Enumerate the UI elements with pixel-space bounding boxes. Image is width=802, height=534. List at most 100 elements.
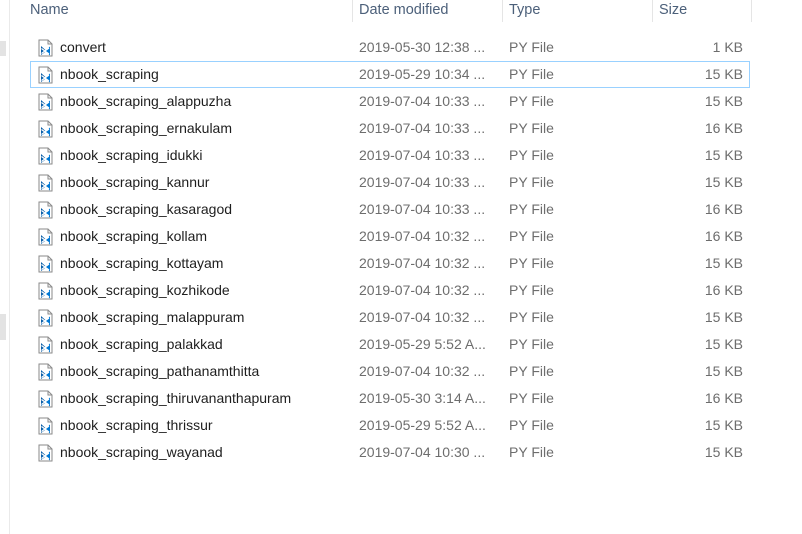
file-size: 16 KB xyxy=(704,120,743,136)
python-file-icon xyxy=(38,228,53,246)
file-row[interactable]: convert 2019-05-30 12:38 ... PY File 1 KB xyxy=(30,34,750,61)
column-header-date-modified[interactable]: Date modified xyxy=(352,0,502,22)
file-type: PY File xyxy=(509,174,554,190)
file-type: PY File xyxy=(509,417,554,433)
file-row[interactable]: nbook_scraping_palakkad 2019-05-29 5:52 A… xyxy=(30,331,750,358)
file-row[interactable]: nbook_scraping_idukki 2019-07-04 10:33 ..… xyxy=(30,142,750,169)
file-row[interactable]: nbook_scraping_kottayam 2019-07-04 10:32 … xyxy=(30,250,750,277)
file-type: PY File xyxy=(509,228,554,244)
file-row[interactable]: nbook_scraping_pathanamthitta 2019-07-04 … xyxy=(30,358,750,385)
file-date-modified: 2019-07-04 10:33 ... xyxy=(359,174,486,190)
file-row[interactable]: nbook_scraping_kollam 2019-07-04 10:32 ..… xyxy=(30,223,750,250)
file-date-modified: 2019-05-30 3:14 A... xyxy=(359,390,486,406)
file-size: 1 KB xyxy=(712,39,743,55)
file-size: 15 KB xyxy=(704,417,743,433)
file-size: 15 KB xyxy=(704,336,743,352)
file-row[interactable]: nbook_scraping_ernakulam 2019-07-04 10:33… xyxy=(30,115,750,142)
file-size: 15 KB xyxy=(704,309,743,325)
file-name: nbook_scraping_kasaragod xyxy=(60,201,233,217)
file-date-modified: 2019-05-30 12:38 ... xyxy=(359,39,486,55)
python-file-icon xyxy=(38,336,53,354)
file-name: convert xyxy=(60,39,106,55)
file-row[interactable]: nbook_scraping_kasaragod 2019-07-04 10:33… xyxy=(30,196,750,223)
file-size: 16 KB xyxy=(704,390,743,406)
file-date-modified: 2019-05-29 10:34 ... xyxy=(359,66,486,82)
file-date-modified: 2019-07-04 10:33 ... xyxy=(359,120,486,136)
python-file-icon xyxy=(38,201,53,219)
navigation-pane-divider[interactable] xyxy=(9,0,10,534)
file-name: nbook_scraping_thiruvananthapuram xyxy=(60,390,292,406)
file-row[interactable]: nbook_scraping_wayanad 2019-07-04 10:30 .… xyxy=(30,439,750,466)
python-file-icon xyxy=(38,309,53,327)
file-type: PY File xyxy=(509,39,554,55)
file-type: PY File xyxy=(509,309,554,325)
file-size: 16 KB xyxy=(704,282,743,298)
file-type: PY File xyxy=(509,147,554,163)
file-date-modified: 2019-07-04 10:32 ... xyxy=(359,228,486,244)
file-type: PY File xyxy=(509,444,554,460)
python-file-icon xyxy=(38,39,53,57)
file-name: nbook_scraping_kollam xyxy=(60,228,208,244)
file-date-modified: 2019-07-04 10:32 ... xyxy=(359,309,486,325)
file-type: PY File xyxy=(509,93,554,109)
file-type: PY File xyxy=(509,120,554,136)
file-date-modified: 2019-07-04 10:33 ... xyxy=(359,147,486,163)
file-type: PY File xyxy=(509,255,554,271)
file-name: nbook_scraping_malappuram xyxy=(60,309,245,325)
file-size: 15 KB xyxy=(704,444,743,460)
file-name: nbook_scraping_palakkad xyxy=(60,336,223,352)
python-file-icon xyxy=(38,174,53,192)
file-row[interactable]: nbook_scraping 2019-05-29 10:34 ... PY Fil… xyxy=(30,61,750,88)
file-size: 15 KB xyxy=(704,93,743,109)
column-header-size[interactable]: Size xyxy=(652,0,752,22)
column-header-type[interactable]: Type xyxy=(502,0,652,22)
column-header-bar: Name Date modified Type Size xyxy=(10,0,802,22)
file-name: nbook_scraping_alappuzha xyxy=(60,93,232,109)
file-date-modified: 2019-07-04 10:33 ... xyxy=(359,93,486,109)
file-row[interactable]: nbook_scraping_thrissur 2019-05-29 5:52 A… xyxy=(30,412,750,439)
file-name: nbook_scraping xyxy=(60,66,159,82)
navigation-pane-scrollbar[interactable] xyxy=(0,314,6,340)
python-file-icon xyxy=(38,282,53,300)
file-date-modified: 2019-07-04 10:30 ... xyxy=(359,444,486,460)
file-type: PY File xyxy=(509,336,554,352)
file-row[interactable]: nbook_scraping_kozhikode 2019-07-04 10:32… xyxy=(30,277,750,304)
file-type: PY File xyxy=(509,363,554,379)
file-list: convert 2019-05-30 12:38 ... PY File 1 KB nb… xyxy=(30,34,750,466)
python-file-icon xyxy=(38,147,53,165)
navigation-pane-item[interactable] xyxy=(0,41,6,56)
file-date-modified: 2019-05-29 5:52 A... xyxy=(359,336,486,352)
file-type: PY File xyxy=(509,282,554,298)
file-date-modified: 2019-05-29 5:52 A... xyxy=(359,417,486,433)
python-file-icon xyxy=(38,390,53,408)
file-size: 16 KB xyxy=(704,228,743,244)
file-type: PY File xyxy=(509,201,554,217)
file-date-modified: 2019-07-04 10:32 ... xyxy=(359,363,486,379)
file-name: nbook_scraping_ernakulam xyxy=(60,120,232,136)
file-date-modified: 2019-07-04 10:32 ... xyxy=(359,282,486,298)
file-name: nbook_scraping_pathanamthitta xyxy=(60,363,260,379)
file-name: nbook_scraping_wayanad xyxy=(60,444,223,460)
file-name: nbook_scraping_kottayam xyxy=(60,255,224,271)
file-row[interactable]: nbook_scraping_thiruvananthapuram 2019-05… xyxy=(30,385,750,412)
python-file-icon xyxy=(38,363,53,381)
python-file-icon xyxy=(38,444,53,462)
file-type: PY File xyxy=(509,66,554,82)
file-size: 15 KB xyxy=(704,255,743,271)
file-size: 15 KB xyxy=(704,66,743,82)
python-file-icon xyxy=(38,417,53,435)
file-row[interactable]: nbook_scraping_malappuram 2019-07-04 10:3… xyxy=(30,304,750,331)
python-file-icon xyxy=(38,66,53,84)
file-row[interactable]: nbook_scraping_alappuzha 2019-07-04 10:33… xyxy=(30,88,750,115)
file-name: nbook_scraping_idukki xyxy=(60,147,203,163)
column-header-name[interactable]: Name xyxy=(24,0,352,22)
file-size: 15 KB xyxy=(704,147,743,163)
file-size: 15 KB xyxy=(704,174,743,190)
file-name: nbook_scraping_kannur xyxy=(60,174,210,190)
python-file-icon xyxy=(38,120,53,138)
file-size: 16 KB xyxy=(704,201,743,217)
python-file-icon xyxy=(38,93,53,111)
file-type: PY File xyxy=(509,390,554,406)
file-size: 15 KB xyxy=(704,363,743,379)
file-row[interactable]: nbook_scraping_kannur 2019-07-04 10:33 ..… xyxy=(30,169,750,196)
